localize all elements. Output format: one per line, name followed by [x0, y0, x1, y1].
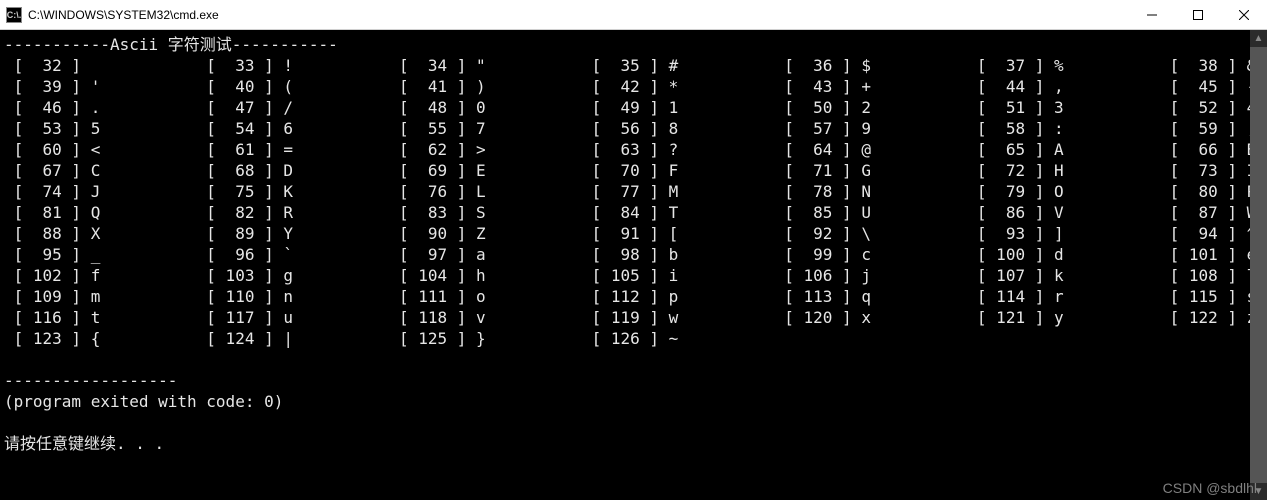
terminal-output: -----------Ascii 字符测试----------- [ 32 ] … [0, 30, 1267, 454]
window-title: C:\WINDOWS\SYSTEM32\cmd.exe [28, 8, 219, 22]
scrollbar-track[interactable] [1250, 47, 1267, 483]
watermark-text: CSDN @sbdlhl [1163, 480, 1257, 496]
cmd-icon: C:\. [6, 7, 22, 23]
close-button[interactable] [1221, 0, 1267, 30]
maximize-button[interactable] [1175, 0, 1221, 30]
minimize-button[interactable] [1129, 0, 1175, 30]
scroll-up-arrow-icon[interactable]: ▲ [1250, 30, 1267, 47]
terminal[interactable]: -----------Ascii 字符测试----------- [ 32 ] … [0, 30, 1267, 500]
scrollbar-thumb[interactable] [1250, 47, 1267, 483]
vertical-scrollbar[interactable]: ▲ ▼ [1250, 30, 1267, 500]
window-titlebar: C:\. C:\WINDOWS\SYSTEM32\cmd.exe [0, 0, 1267, 30]
